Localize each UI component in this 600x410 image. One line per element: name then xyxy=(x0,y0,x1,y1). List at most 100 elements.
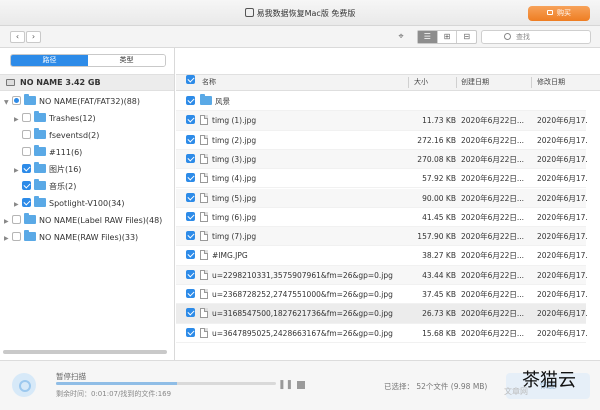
scan-info: 剩余时间：0:01:07/找到的文件:169 xyxy=(56,390,172,398)
row-checkbox[interactable] xyxy=(186,269,195,279)
cell-created: 2020年6月22日... xyxy=(461,270,525,280)
tree-checkbox[interactable] xyxy=(22,198,31,207)
table-row[interactable]: timg (1).jpg 11.73 KB 2020年6月22日... 2020年6月… xyxy=(176,111,587,131)
folder-icon xyxy=(34,162,46,173)
table-row[interactable]: timg (7).jpg 157.90 KB 2020年6月22日... 2020年6… xyxy=(176,227,587,247)
tree-checkbox[interactable] xyxy=(22,130,31,139)
file-name: #IMG.JPG xyxy=(212,251,248,261)
chevron-down-icon[interactable]: ▼ xyxy=(4,94,12,111)
row-checkbox[interactable] xyxy=(186,211,195,221)
folder-icon xyxy=(34,145,46,156)
tree-item-label: #111(6) xyxy=(49,148,83,157)
file-icon xyxy=(200,289,208,299)
forward-button[interactable]: › xyxy=(26,31,41,43)
tree-item-label: fseventsd(2) xyxy=(49,131,100,140)
row-checkbox[interactable] xyxy=(186,115,195,125)
window-title-text: 易我数据恢复Mac版 免费版 xyxy=(256,9,356,18)
tree-item-111[interactable]: #111(6) xyxy=(14,144,82,161)
cell-modified: 2020年6月17... xyxy=(537,309,587,319)
cell-modified: 2020年6月17... xyxy=(537,290,587,299)
select-all-checkbox[interactable] xyxy=(186,75,195,84)
table-row[interactable]: timg (6).jpg 41.45 KB 2020年6月22日... 2020年6月… xyxy=(176,208,587,228)
cell-modified: 2020年6月17... xyxy=(537,232,587,242)
column-created[interactable]: 创建日期 xyxy=(461,75,489,90)
row-checkbox[interactable] xyxy=(186,192,195,202)
table-row[interactable]: timg (2).jpg 272.16 KB 2020年6月22日... 2020年6… xyxy=(176,131,587,150)
cell-name: u=2298210331,3575907961&fm=26&gp=0.jpg xyxy=(200,266,406,285)
file-name: timg (2).jpg xyxy=(212,135,257,145)
tree-item-pictures[interactable]: ▶ 图片(16) xyxy=(14,161,81,178)
tree-checkbox[interactable] xyxy=(22,164,31,173)
table-row[interactable]: #IMG.JPG 38.27 KB 2020年6月22日... 2020年6月17..… xyxy=(176,246,587,266)
tree-checkbox[interactable] xyxy=(22,147,31,156)
cell-modified: 2020年6月17... xyxy=(537,328,587,338)
tree-item-trashes[interactable]: ▶ Trashes(12) xyxy=(14,110,96,127)
chevron-right-icon[interactable]: ▶ xyxy=(14,162,22,179)
tree-item-raw[interactable]: ▶ NO NAME(RAW Files)(33) xyxy=(4,229,138,246)
view-type-segment: 路径 类型 xyxy=(10,54,166,67)
tab-type[interactable]: 类型 xyxy=(88,55,165,66)
tree-item-fseventsd[interactable]: fseventsd(2) xyxy=(14,127,99,144)
search-input[interactable]: 查找 xyxy=(481,30,591,44)
row-checkbox[interactable] xyxy=(186,289,195,298)
row-checkbox[interactable] xyxy=(186,308,195,318)
stop-button[interactable] xyxy=(297,381,305,389)
chevron-right-icon[interactable]: ▶ xyxy=(14,111,22,128)
table-row[interactable]: u=2368728252,2747551000&fm=26&gp=0.jpg 37… xyxy=(176,285,587,305)
file-name: u=3168547500,1827621736&fm=26&gp=0.jpg xyxy=(212,309,393,319)
tree-item-spotlight[interactable]: ▶ Spotlight-V100(34) xyxy=(14,195,125,212)
tree-item-no-name-fat[interactable]: ▼ NO NAME(FAT/FAT32)(88) xyxy=(4,93,140,110)
tree-checkbox[interactable] xyxy=(12,215,21,224)
table-row[interactable]: timg (5).jpg 90.00 KB 2020年6月22日... 2020年6月… xyxy=(176,188,587,208)
buy-button[interactable]: 购买 xyxy=(528,6,590,21)
grid-view-button[interactable]: ⊞ xyxy=(438,31,458,43)
row-checkbox[interactable] xyxy=(186,134,195,144)
table-row[interactable]: u=3168547500,1827621736&fm=26&gp=0.jpg 26… xyxy=(176,304,587,324)
chevron-right-icon[interactable]: ▶ xyxy=(4,230,12,247)
tree-checkbox[interactable] xyxy=(12,232,21,241)
folder-icon xyxy=(24,94,36,105)
chevron-right-icon[interactable]: ▶ xyxy=(4,213,12,230)
tree-item-music[interactable]: 音乐(2) xyxy=(14,178,76,195)
row-checkbox[interactable] xyxy=(186,153,195,163)
cell-created: 2020年6月22日... xyxy=(461,309,525,319)
tree-item-label-raw[interactable]: ▶ NO NAME(Label RAW Files)(48) xyxy=(4,212,162,229)
row-checkbox[interactable] xyxy=(186,231,195,241)
tree-checkbox[interactable] xyxy=(22,181,31,190)
filter-icon[interactable]: ⌖ xyxy=(392,30,410,44)
toolbar: ‹ › ⌖ ☰ ⊞ ⊟ 查找 xyxy=(0,26,600,48)
cell-size: 38.27 KB xyxy=(422,251,456,261)
row-checkbox[interactable] xyxy=(186,327,195,337)
table-row[interactable]: u=3647895025,2428663167&fm=26&gp=0.jpg 15… xyxy=(176,324,587,343)
cell-modified: 2020年6月17... xyxy=(537,135,587,145)
cell-name: timg (7).jpg xyxy=(200,227,406,246)
column-view-button[interactable]: ⊟ xyxy=(457,31,476,43)
horizontal-scrollbar[interactable] xyxy=(3,350,167,354)
pause-button[interactable]: ❚❚ xyxy=(278,380,293,390)
cell-created: 2020年6月22日... xyxy=(461,251,525,261)
cell-name: 风景 xyxy=(200,92,406,111)
row-checkbox[interactable] xyxy=(186,96,195,105)
table-row[interactable]: u=2298210331,3575907961&fm=26&gp=0.jpg 43… xyxy=(176,265,587,285)
back-button[interactable]: ‹ xyxy=(10,31,25,43)
tab-path[interactable]: 路径 xyxy=(11,55,88,66)
column-name[interactable]: 名称 xyxy=(202,75,216,90)
column-size[interactable]: 大小 xyxy=(414,75,428,90)
cell-name: u=2368728252,2747551000&fm=26&gp=0.jpg xyxy=(200,285,406,304)
cell-created: 2020年6月22日... xyxy=(461,135,525,145)
table-row[interactable]: timg (4).jpg 57.92 KB 2020年6月22日... 2020年6月… xyxy=(176,169,587,189)
row-checkbox[interactable] xyxy=(186,250,195,260)
row-checkbox[interactable] xyxy=(186,173,195,183)
column-modified[interactable]: 修改日期 xyxy=(537,75,565,90)
cell-created: 2020年6月22日... xyxy=(461,116,525,126)
table-row[interactable]: 风景 xyxy=(176,92,586,112)
tree-checkbox[interactable] xyxy=(12,96,21,105)
cell-created: 2020年6月22日... xyxy=(461,212,525,222)
drive-header[interactable]: NO NAME 3.42 GB xyxy=(0,74,174,91)
list-view-button[interactable]: ☰ xyxy=(418,31,438,43)
table-row[interactable]: timg (3).jpg 270.08 KB 2020年6月22日... 2020年6… xyxy=(176,149,587,170)
chevron-right-icon[interactable]: ▶ xyxy=(14,196,22,213)
cell-modified: 2020年6月17... xyxy=(537,270,587,280)
tree-checkbox[interactable] xyxy=(22,113,31,122)
file-icon xyxy=(200,211,208,222)
